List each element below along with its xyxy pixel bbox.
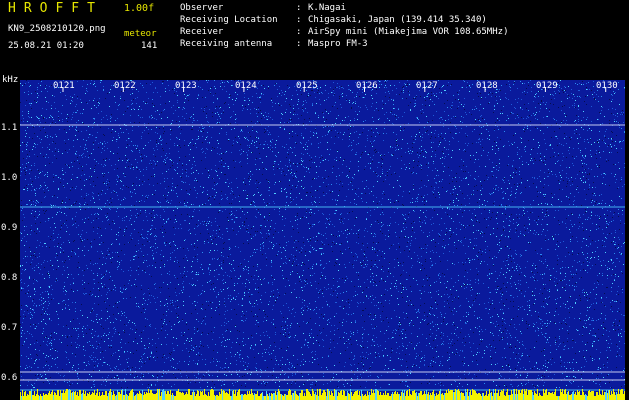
info-label-antenna: Receiving antenna [180, 39, 273, 49]
info-value-receiver: AirSpy mini (Miakejima VOR 108.65MHz) [308, 27, 509, 37]
axis-unit-label: kHz [2, 75, 19, 85]
y-tick-label: 1.1 [1, 123, 18, 133]
info-separator: : [296, 27, 302, 37]
info-value-location: Chigasaki, Japan (139.414 35.340) [308, 15, 487, 25]
x-tick-label: 0126 [356, 81, 378, 91]
info-value-antenna: Maspro FM-3 [308, 39, 368, 49]
info-label-receiver: Receiver [180, 27, 224, 37]
app-version: 1.00f [124, 3, 155, 14]
info-separator: : [296, 15, 302, 25]
x-tick-label: 0123 [175, 81, 197, 91]
y-tick-label: 0.6 [1, 373, 18, 383]
meteor-label: meteor [124, 29, 157, 39]
app-title: HROFFT [8, 1, 103, 16]
info-separator: : [296, 3, 302, 13]
info-value-observer: K.Nagai [308, 3, 346, 13]
meteor-count: 141 [141, 41, 158, 51]
x-tick-label: 0124 [235, 81, 257, 91]
info-label-observer: Observer [180, 3, 224, 13]
spectrogram-svg [20, 80, 625, 400]
spectrogram-background [20, 80, 625, 400]
filename: KN9_2508210120.png [8, 24, 106, 34]
info-label-location: Receiving Location [180, 15, 278, 25]
x-tick-label: 0121 [53, 81, 75, 91]
y-tick-label: 0.7 [1, 323, 18, 333]
x-tick-label: 0127 [416, 81, 438, 91]
y-tick-label: 0.9 [1, 223, 18, 233]
x-tick-label: 0130 [596, 81, 618, 91]
info-separator: : [296, 39, 302, 49]
x-tick-label: 0128 [476, 81, 498, 91]
x-tick-label: 0122 [114, 81, 136, 91]
y-tick-label: 0.8 [1, 273, 18, 283]
x-tick-label: 0125 [296, 81, 318, 91]
spectrogram-plot [20, 80, 625, 400]
header-panel: HROFFT 1.00f KN9_2508210120.png meteor 2… [0, 0, 629, 78]
datetime: 25.08.21 01:20 [8, 41, 84, 51]
x-tick-label: 0129 [536, 81, 558, 91]
y-tick-label: 1.0 [1, 173, 18, 183]
